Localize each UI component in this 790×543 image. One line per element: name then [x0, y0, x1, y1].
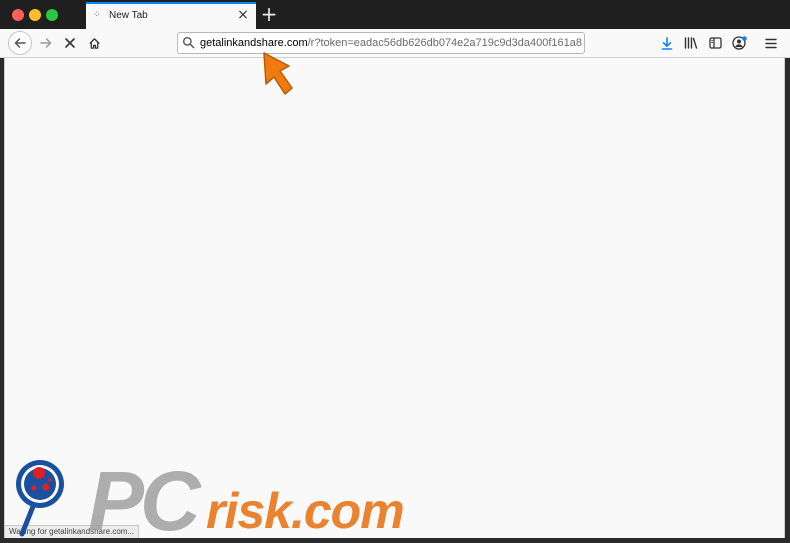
library-icon [684, 37, 698, 49]
tab-title: New Tab [109, 10, 148, 21]
url-domain: getalinkandshare.com [200, 37, 308, 49]
library-button[interactable] [679, 29, 703, 57]
zoom-window-button[interactable] [46, 9, 58, 21]
account-avatar-icon [732, 36, 747, 50]
back-arrow-icon [14, 38, 26, 48]
pcrisk-watermark-logo: PC risk.com [16, 454, 405, 538]
tab-favicon-icon: ⁘ [93, 10, 101, 20]
search-icon [182, 36, 195, 49]
downloads-button[interactable] [655, 29, 679, 57]
watermark-pc-text: PC [88, 454, 202, 538]
main-menu-button[interactable] [759, 29, 783, 57]
forward-button[interactable] [34, 29, 58, 57]
sidebar-button[interactable] [703, 29, 727, 57]
magnifier-logo-icon [16, 460, 64, 537]
minimize-window-button[interactable] [29, 9, 41, 21]
annotation-arrow-icon [263, 52, 293, 95]
close-window-button[interactable] [12, 9, 24, 21]
browser-window: ⁘ New Tab × + getalinkandshare.com/r?tok… [0, 0, 790, 543]
url-bar[interactable]: getalinkandshare.com/r?token=eadac56db62… [177, 32, 585, 54]
stop-loading-button[interactable] [58, 29, 82, 57]
sidebar-icon [708, 37, 722, 49]
title-bar: ⁘ New Tab × + [0, 0, 790, 29]
watermark-risk-text: risk.com [206, 483, 404, 538]
url-text[interactable]: getalinkandshare.com/r?token=eadac56db62… [200, 37, 582, 49]
forward-arrow-icon [40, 38, 52, 48]
home-button[interactable] [82, 29, 106, 57]
new-tab-button[interactable]: + [258, 3, 280, 25]
tab-close-icon[interactable]: × [235, 7, 251, 23]
url-path: /r?token=eadac56db626db074e2a719c9d3da40… [307, 37, 582, 49]
stop-x-icon [65, 38, 75, 48]
account-button[interactable] [728, 29, 752, 57]
download-arrow-icon [661, 36, 673, 50]
home-icon [88, 37, 100, 49]
hamburger-menu-icon [765, 38, 777, 48]
back-button[interactable] [8, 31, 32, 55]
navigation-toolbar: getalinkandshare.com/r?token=eadac56db62… [0, 29, 790, 58]
tab-new-tab[interactable]: ⁘ New Tab × [86, 2, 256, 29]
